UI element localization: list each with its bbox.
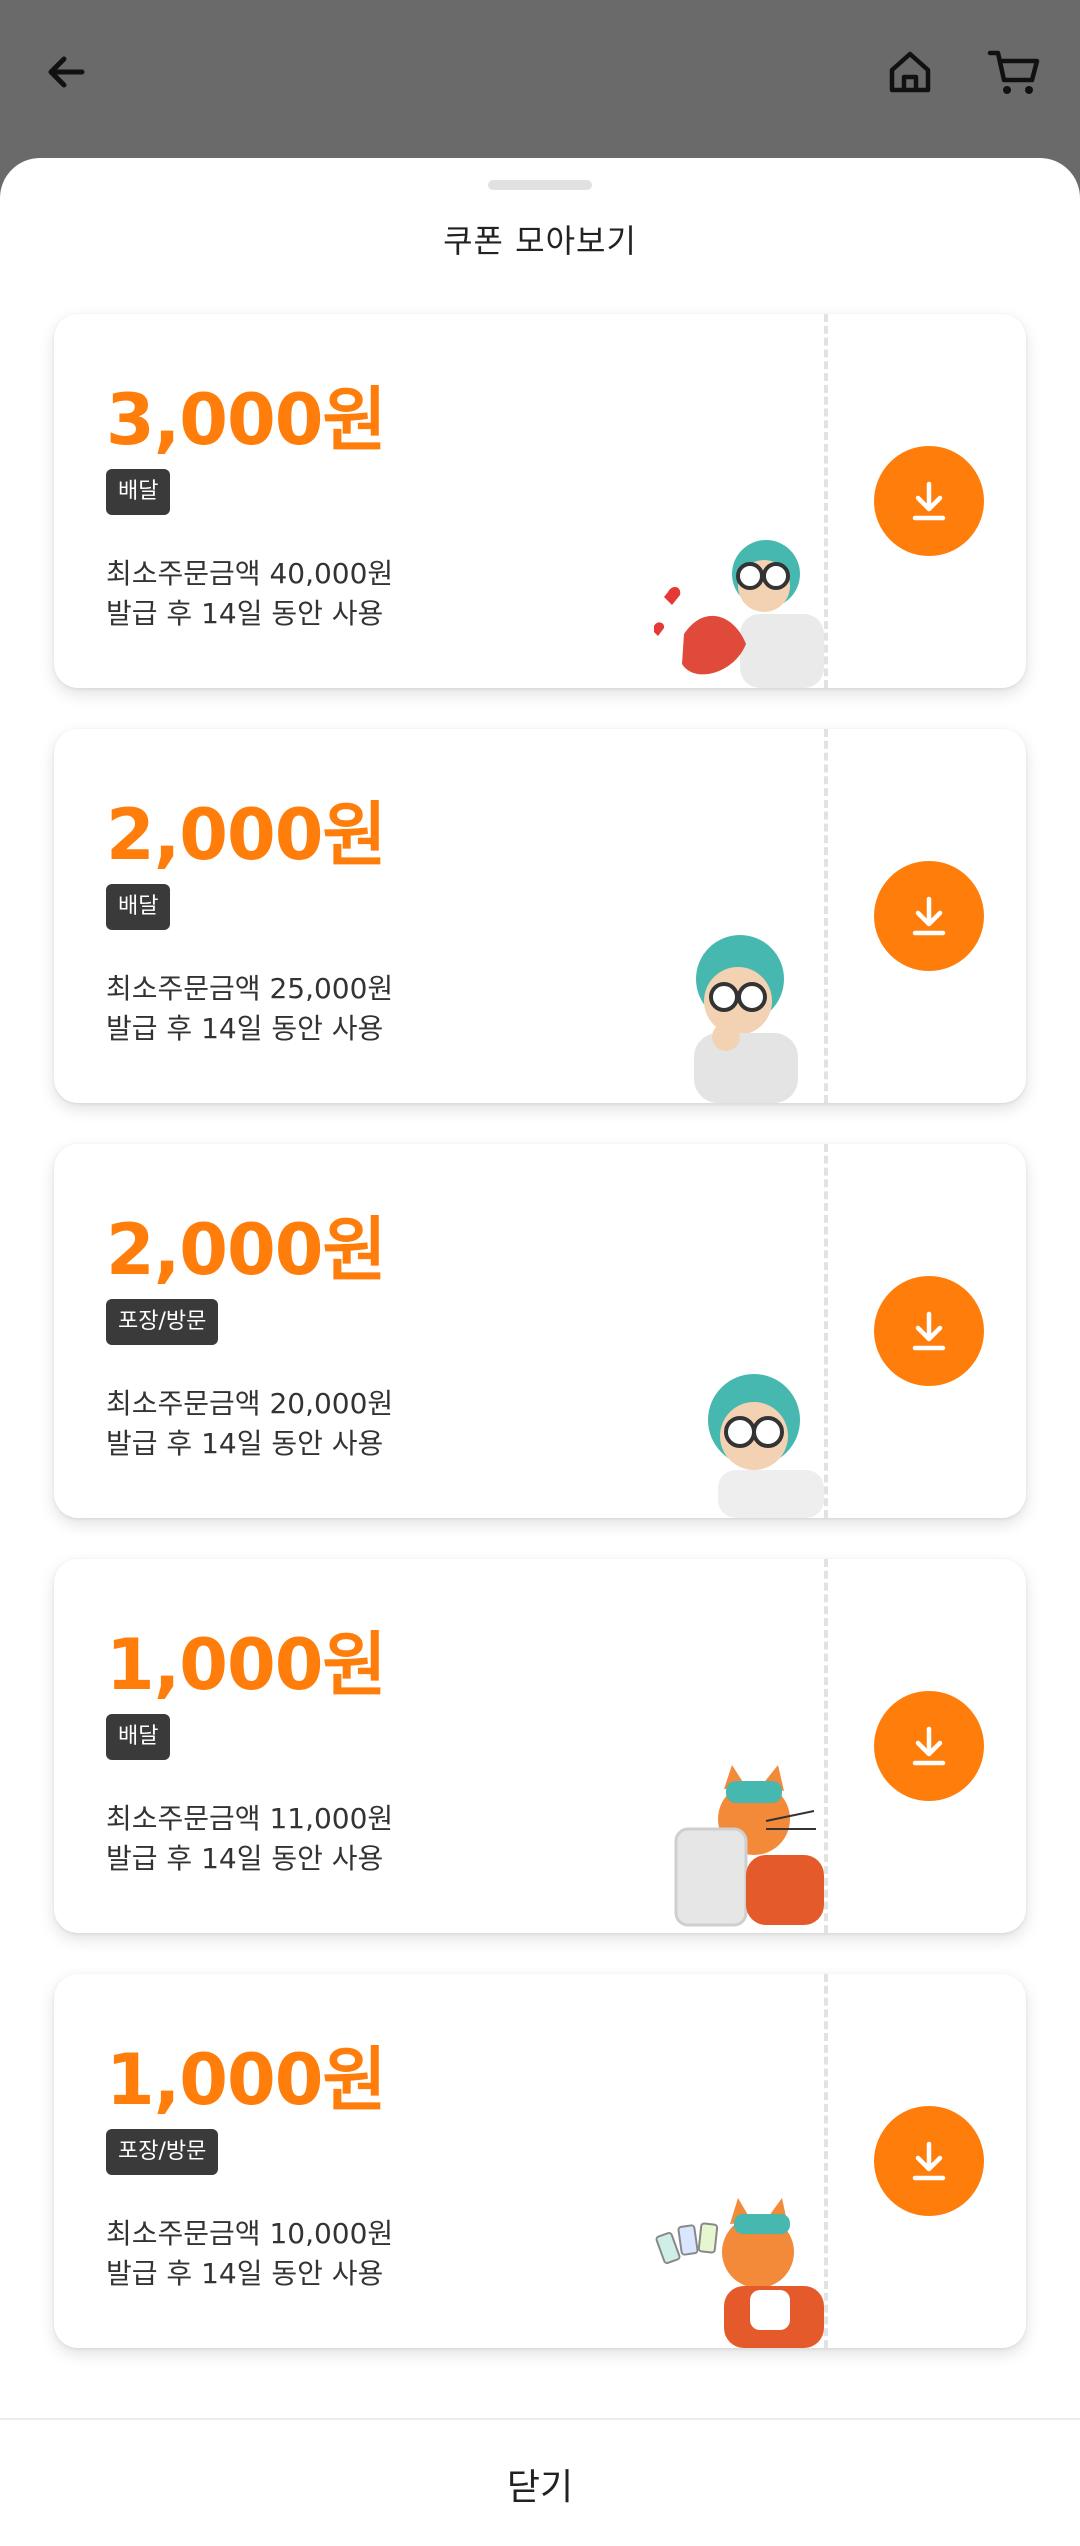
character-thinking-illustration [694,935,798,1103]
min-order-text: 최소주문금액 10,000원 [106,2217,394,2250]
coupon-perforation [824,729,828,1103]
coupon-amount: 1,000원 [106,1624,387,1706]
validity-text: 발급 후 14일 동안 사용 [106,1842,384,1875]
coupon-conditions: 최소주문금액 11,000원 발급 후 14일 동안 사용 [106,1799,393,1879]
coupon-perforation [824,1559,828,1933]
validity-text: 발급 후 14일 동안 사용 [106,2257,384,2290]
coupon-card: 1,000원 배달 최소주문금액 11,000원 발급 후 14일 동안 사용 [54,1559,1026,1933]
min-order-text: 최소주문금액 25,000원 [106,972,394,1005]
coupon-card: 3,000원 배달 최소주문금액 40,000원 발급 후 14일 동안 사용 [54,314,1026,688]
coupon-amount: 2,000원 [106,794,387,876]
coupon-card: 2,000원 배달 최소주문금액 25,000원 발급 후 14일 동안 사용 [54,729,1026,1103]
download-icon [912,1726,946,1766]
validity-text: 발급 후 14일 동안 사용 [106,597,384,630]
character-surprised-illustration [708,1374,824,1518]
cart-icon [987,50,1040,94]
cart-button[interactable] [982,40,1046,104]
download-icon [912,1311,946,1351]
top-bar [0,0,1080,160]
close-button[interactable]: 닫기 [0,2420,1080,2546]
character-with-hearts-illustration [654,540,824,688]
min-order-text: 최소주문금액 40,000원 [106,557,394,590]
download-coupon-button[interactable] [874,1691,984,1801]
download-icon [912,2141,946,2181]
download-coupon-button[interactable] [874,446,984,556]
sheet-title: 쿠폰 모아보기 [443,222,637,260]
coupon-amount: 3,000원 [106,379,387,461]
cat-with-cards-illustration [655,2198,824,2348]
cat-with-tablet-illustration [674,1765,824,1927]
coupon-perforation [824,1974,828,2348]
download-icon [912,896,946,936]
coupon-perforation [824,314,828,688]
coupon-conditions: 최소주문금액 20,000원 발급 후 14일 동안 사용 [106,1384,393,1464]
coupon-conditions: 최소주문금액 25,000원 발급 후 14일 동안 사용 [106,969,393,1049]
back-button[interactable] [34,40,98,104]
order-type-badge: 포장/방문 [106,2129,219,2175]
coupon-card: 1,000원 포장/방문 최소주문금액 10,000원 발급 후 14일 동안 … [54,1974,1026,2348]
arrow-left-icon [48,56,85,88]
order-type-badge: 배달 [106,884,171,930]
order-type-badge: 포장/방문 [106,1299,219,1345]
sheet-drag-handle[interactable] [488,180,592,190]
validity-text: 발급 후 14일 동안 사용 [106,1012,384,1045]
min-order-text: 최소주문금액 20,000원 [106,1387,394,1420]
validity-text: 발급 후 14일 동안 사용 [106,1427,384,1460]
download-icon [912,481,946,521]
coupon-perforation [824,1144,828,1518]
order-type-badge: 배달 [106,1714,171,1760]
home-button[interactable] [878,40,942,104]
sheet-footer: 닫기 [0,2418,1080,2546]
coupon-amount: 1,000원 [106,2039,387,2121]
download-coupon-button[interactable] [874,861,984,971]
order-type-badge: 배달 [106,469,171,515]
coupon-bottom-sheet: 쿠폰 모아보기 3,000원 배달 최소주문금액 40,000원 발급 후 14… [0,158,1080,2546]
coupon-conditions: 최소주문금액 40,000원 발급 후 14일 동안 사용 [106,554,393,634]
download-coupon-button[interactable] [874,2106,984,2216]
min-order-text: 최소주문금액 11,000원 [106,1802,394,1835]
coupon-card: 2,000원 포장/방문 최소주문금액 20,000원 발급 후 14일 동안 … [54,1144,1026,1518]
home-icon [889,51,931,93]
coupon-amount: 2,000원 [106,1209,387,1291]
download-coupon-button[interactable] [874,1276,984,1386]
coupon-conditions: 최소주문금액 10,000원 발급 후 14일 동안 사용 [106,2214,393,2294]
